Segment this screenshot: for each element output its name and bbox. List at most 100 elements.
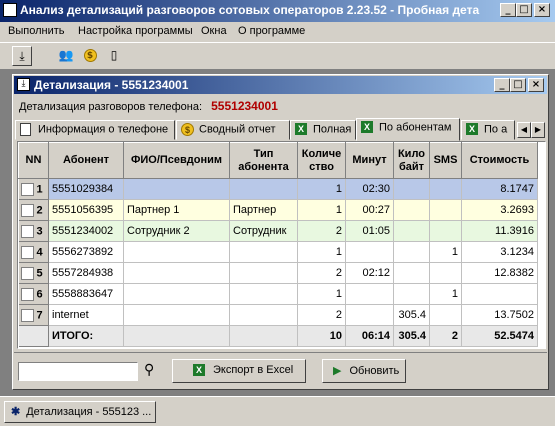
row-number-cell[interactable]: 2: [18, 199, 49, 221]
menu-run[interactable]: Выполнить: [8, 25, 64, 37]
col-header-cost[interactable]: Стоимость: [461, 142, 538, 179]
cell-count: 1: [297, 178, 346, 200]
excel-icon: X: [193, 364, 205, 377]
cell-minutes: 01:05: [345, 220, 394, 242]
refresh-button[interactable]: ▶ Обновить: [322, 359, 406, 383]
child-minimize-button[interactable]: _: [494, 78, 510, 92]
row-number: 4: [36, 245, 43, 258]
maximize-button[interactable]: □: [516, 3, 532, 17]
row-number: 2: [36, 203, 43, 216]
app-icon[interactable]: [3, 3, 17, 17]
subscribers-table: NN Абонент ФИО/Псевдоним Тип абонента Ко…: [18, 142, 538, 347]
tab-scroll-right[interactable]: ▶: [531, 122, 545, 138]
cell-kb: 305.4: [393, 304, 430, 326]
col-header-type[interactable]: Тип абонента: [229, 142, 298, 179]
cell-abonent: 5556273892: [48, 241, 124, 263]
phone-icon[interactable]: ▯: [104, 46, 124, 66]
table-row[interactable]: 7 internet 2 305.4 13.7502: [18, 304, 538, 326]
download-icon[interactable]: ⤓: [12, 46, 32, 66]
cell-fio: Сотрудник 2: [123, 220, 230, 242]
row-number-cell[interactable]: 3: [18, 220, 49, 242]
close-button[interactable]: ×: [534, 3, 550, 17]
cell-minutes: [345, 304, 394, 326]
col-header-sms[interactable]: SMS: [429, 142, 462, 179]
asterisk-icon: ✱: [11, 406, 21, 418]
cell-count: 1: [297, 283, 346, 305]
table-row[interactable]: 4 5556273892 1 1 3.1234: [18, 241, 538, 263]
cell-type: [229, 241, 298, 263]
tab-by-subscribers-2[interactable]: X По а: [461, 120, 515, 140]
total-spacer: [18, 325, 49, 347]
bottom-panel: ⚲ X Экспорт в Excel ▶ Обновить: [14, 352, 547, 389]
row-checkbox[interactable]: [20, 308, 34, 322]
total-count: 10: [297, 325, 346, 347]
cell-abonent: 5557284938: [48, 262, 124, 284]
table-row[interactable]: 1 5551029384 1 02:30 8.1747: [18, 178, 538, 200]
table-row[interactable]: 6 5558883647 1 1: [18, 283, 538, 305]
users-icon[interactable]: 👥: [56, 46, 76, 66]
cell-count: 2: [297, 262, 346, 284]
cell-fio: Партнер 1: [123, 199, 230, 221]
tab-scroll-left[interactable]: ◀: [517, 122, 531, 138]
child-close-button[interactable]: ×: [528, 78, 544, 92]
coins-icon[interactable]: $: [80, 46, 100, 66]
search-input[interactable]: [18, 362, 138, 381]
row-checkbox[interactable]: [20, 287, 34, 301]
phone-label: Детализация разговоров телефона:: [19, 101, 203, 113]
row-checkbox[interactable]: [20, 203, 34, 217]
detail-window-title-bar[interactable]: ⤓ Детализация - 5551234001 _ □ ×: [14, 76, 547, 94]
row-checkbox[interactable]: [20, 266, 34, 280]
row-checkbox[interactable]: [20, 182, 34, 196]
col-header-abonent[interactable]: Абонент: [48, 142, 124, 179]
table-row[interactable]: 5 5557284938 2 02:12 12.8382: [18, 262, 538, 284]
col-header-fio[interactable]: ФИО/Псевдоним: [123, 142, 230, 179]
tab-phone-info[interactable]: Информация о телефоне: [15, 120, 175, 140]
row-number: 3: [36, 224, 43, 237]
total-sms: 2: [429, 325, 462, 347]
row-number-cell[interactable]: 1: [18, 178, 49, 200]
row-number-cell[interactable]: 6: [18, 283, 49, 305]
menu-settings[interactable]: Настройка программы: [78, 25, 193, 37]
cell-abonent: 5558883647: [48, 283, 124, 305]
col-header-count[interactable]: Количе ство: [297, 142, 346, 179]
row-number-cell[interactable]: 5: [18, 262, 49, 284]
subscribers-grid: NN Абонент ФИО/Псевдоним Тип абонента Ко…: [17, 141, 546, 349]
child-maximize-button[interactable]: □: [510, 78, 526, 92]
binoculars-icon[interactable]: ⚲: [144, 362, 154, 378]
tab-full[interactable]: X Полная: [290, 120, 356, 140]
taskbar-item-detail[interactable]: ✱ Детализация - 555123 ...: [4, 401, 156, 423]
cell-minutes: [345, 283, 394, 305]
table-row[interactable]: 2 5551056395 Партнер 1 Партнер 1 00:27 3.2693: [18, 199, 538, 221]
cell-type: [229, 283, 298, 305]
cell-cost: 12.8382: [461, 262, 538, 284]
tab-strip: Информация о телефоне $ Сводный отчет X По…: [13, 118, 548, 141]
menu-about[interactable]: О программе: [238, 25, 305, 37]
detail-window-title: Детализация - 5551234001: [34, 78, 189, 92]
cell-cost: 11.3916: [461, 220, 538, 242]
cell-cost: 8.1747: [461, 178, 538, 200]
row-checkbox[interactable]: [20, 224, 34, 238]
row-checkbox[interactable]: [20, 245, 34, 259]
export-excel-button[interactable]: X Экспорт в Excel: [172, 359, 306, 383]
window-menu-icon[interactable]: ⤓: [17, 78, 30, 91]
cell-count: 1: [297, 199, 346, 221]
phone-number: 5551234001: [211, 99, 278, 113]
menu-windows[interactable]: Окна: [201, 25, 227, 37]
tab-by-subscribers[interactable]: X По абонентам: [356, 118, 460, 141]
phone-header: Детализация разговоров телефона: 5551234…: [19, 99, 278, 113]
toolbar: ⤓ 👥 $ ▯: [0, 42, 555, 70]
app-title-bar[interactable]: Анализ детализаций разговоров сотовых оп…: [0, 0, 555, 22]
col-header-kb[interactable]: Кило байт: [393, 142, 430, 179]
col-header-minutes[interactable]: Минут: [345, 142, 394, 179]
cell-minutes: 02:12: [345, 262, 394, 284]
table-header: NN Абонент ФИО/Псевдоним Тип абонента Ко…: [18, 142, 538, 179]
tab-summary[interactable]: $ Сводный отчет: [176, 120, 290, 140]
row-number-cell[interactable]: 4: [18, 241, 49, 263]
minimize-button[interactable]: _: [500, 3, 516, 17]
row-number-cell[interactable]: 7: [18, 304, 49, 326]
table-row[interactable]: 3 5551234002 Сотрудник 2 Сотрудник 2 01:05 11.…: [18, 220, 538, 242]
cell-type: Сотрудник: [229, 220, 298, 242]
col-header-nn[interactable]: NN: [18, 142, 49, 179]
cell-abonent: internet: [48, 304, 124, 326]
coin-icon: $: [181, 123, 195, 136]
